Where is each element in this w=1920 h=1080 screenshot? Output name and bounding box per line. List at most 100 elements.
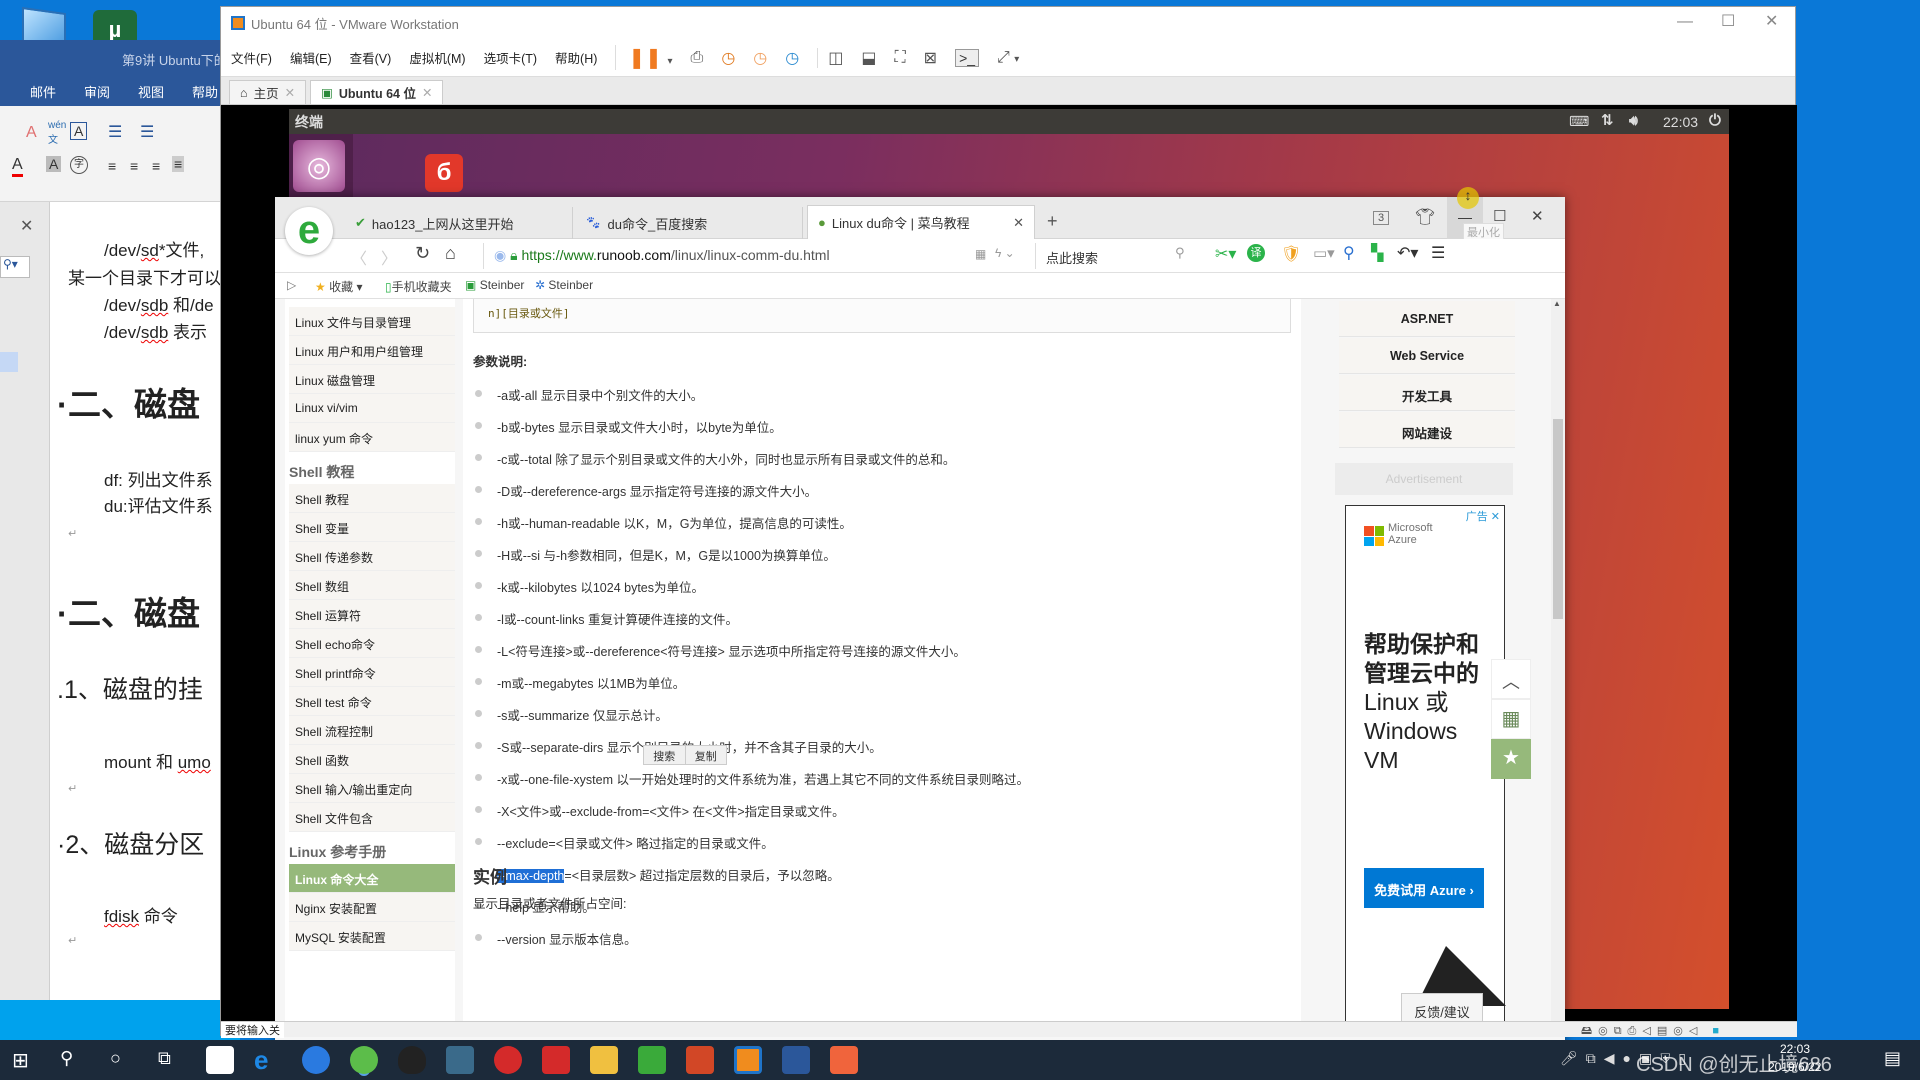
search-taskbar-icon[interactable]: ⚲ bbox=[60, 1048, 73, 1069]
sidebar-link[interactable]: Linux 用户和用户组管理 bbox=[289, 336, 455, 365]
back-button[interactable]: 〈 bbox=[351, 245, 367, 269]
search-icon[interactable]: ⚲ bbox=[1175, 245, 1185, 261]
maximize-button[interactable]: ☐ bbox=[1721, 11, 1735, 31]
word-document[interactable]: /dev/sd*文件, 某一个目录下才可以 /dev/sdb 和/de /dev… bbox=[51, 202, 240, 1020]
netease-music-taskbar-icon[interactable] bbox=[494, 1046, 522, 1074]
search-input[interactable]: 点此搜索 bbox=[1035, 243, 1195, 269]
camera-app-icon[interactable] bbox=[206, 1046, 234, 1074]
nav-close-icon[interactable]: ✕ bbox=[20, 216, 33, 236]
sidebar-link[interactable]: Shell 传递参数 bbox=[289, 542, 455, 571]
qrcode-button[interactable]: ▦ bbox=[1491, 699, 1531, 739]
ad-tag[interactable]: 广告 ✕ bbox=[1466, 508, 1500, 524]
browser-maximize-button[interactable]: ☐ bbox=[1493, 207, 1506, 225]
menu-tabs[interactable]: 选项卡(T) bbox=[484, 48, 537, 67]
ribbon-tab-mail[interactable]: 邮件 bbox=[30, 82, 56, 106]
word-taskbar-icon[interactable] bbox=[782, 1046, 810, 1074]
youdao-icon[interactable] bbox=[542, 1046, 570, 1074]
menu-view[interactable]: 查看(V) bbox=[350, 48, 392, 67]
menu-vm[interactable]: 虚拟机(M) bbox=[409, 48, 465, 67]
sidebar-link[interactable]: Shell test 命令 bbox=[289, 687, 455, 716]
vm-tab-ubuntu[interactable]: ▣ Ubuntu 64 位 ✕ bbox=[310, 80, 444, 104]
clear-format-icon[interactable]: A bbox=[26, 124, 37, 142]
char-border-icon[interactable]: A bbox=[70, 122, 88, 140]
ribbon-tab-view[interactable]: 视图 bbox=[138, 82, 164, 106]
sidebar-link[interactable]: Shell 文件包含 bbox=[289, 803, 455, 832]
skin-icon[interactable]: 👕︎ bbox=[1415, 207, 1435, 227]
cortana-icon[interactable]: ○ bbox=[110, 1048, 121, 1069]
close-button[interactable]: ✕ bbox=[1765, 11, 1778, 31]
tab-close-icon[interactable]: ✕ bbox=[1013, 215, 1024, 231]
numbering-icon[interactable]: ☰ bbox=[140, 122, 154, 142]
bookmark-favorites[interactable]: ★ 收藏 ▾ bbox=[315, 278, 362, 295]
library-view-icon[interactable]: ◫ bbox=[817, 47, 843, 68]
font-color-icon[interactable]: A bbox=[12, 156, 23, 177]
scrollbar-thumb[interactable] bbox=[1553, 419, 1563, 619]
sidebar-link[interactable]: Shell 流程控制 bbox=[289, 716, 455, 745]
tab-count-badge[interactable]: 3 bbox=[1373, 211, 1390, 225]
site-info-icon[interactable]: ◉ bbox=[494, 247, 506, 263]
bullets-icon[interactable]: ☰ bbox=[108, 122, 122, 142]
app-orange-icon[interactable] bbox=[830, 1046, 858, 1074]
browser-tab[interactable]: 🐾︎ du命令_百度搜索 bbox=[575, 207, 803, 239]
stretch-icon[interactable]: ⤢ ▾ bbox=[997, 49, 1019, 67]
sidebar-toggle-icon[interactable]: ▷ bbox=[287, 278, 296, 292]
menu-edit[interactable]: 编辑(E) bbox=[290, 48, 332, 67]
edge-icon[interactable]: e bbox=[254, 1046, 282, 1074]
sidebar-link[interactable]: MySQL 安装配置 bbox=[289, 922, 455, 951]
file-explorer-icon[interactable] bbox=[590, 1046, 618, 1074]
right-nav-link[interactable]: 网站建设 bbox=[1339, 412, 1515, 448]
nav-search-icon[interactable]: ⚲▾ bbox=[0, 256, 30, 278]
sidebar-link[interactable]: Linux 命令大全 bbox=[289, 864, 455, 893]
feather-app-icon[interactable] bbox=[302, 1046, 330, 1074]
notification-icon[interactable]: ▤ bbox=[1884, 1048, 1901, 1069]
right-nav-link[interactable]: 开发工具 bbox=[1339, 375, 1515, 411]
context-copy[interactable]: 复制 bbox=[686, 746, 727, 764]
phonetic-guide-icon[interactable]: wén 文 bbox=[48, 120, 66, 146]
device-icons[interactable]: 🖴◎⧉⎙◁▤◎◁ ■ bbox=[1581, 1022, 1725, 1041]
url-field[interactable]: ◉ 🔒︎ https://www.runoob.com/linux/linux-… bbox=[483, 243, 923, 269]
azure-ad[interactable]: 广告 ✕ Microsoft Azure 帮助保护和 管理云中的 Linux 或 … bbox=[1345, 505, 1506, 1033]
right-nav-link[interactable]: ASP.NET bbox=[1339, 301, 1515, 337]
apps-grid-icon[interactable]: ▚ bbox=[1371, 243, 1383, 263]
qr-icon[interactable]: ▦ bbox=[975, 247, 986, 261]
pause-icon[interactable]: ❚❚ ▾ bbox=[615, 45, 673, 70]
camtasia-icon[interactable] bbox=[638, 1046, 666, 1074]
ribbon-tab-review[interactable]: 审阅 bbox=[84, 82, 110, 106]
snapshot-manager-icon[interactable]: ◷ bbox=[785, 48, 799, 68]
bookmark-steinberg-1[interactable]: ▣ Steinber bbox=[465, 278, 524, 292]
page-scrollbar[interactable]: ▲ ▼ bbox=[1551, 299, 1565, 1033]
ubuntu-clock[interactable]: 22:03 bbox=[1663, 114, 1698, 130]
bookmark-mobile[interactable]: ▯手机收藏夹 bbox=[385, 278, 452, 295]
justify-icon[interactable]: ≡ bbox=[172, 156, 185, 172]
right-nav-link[interactable]: Web Service bbox=[1339, 338, 1515, 374]
sidebar-link[interactable]: Shell 输入/输出重定向 bbox=[289, 774, 455, 803]
vm-tab-home[interactable]: ⌂ 主页 ✕ bbox=[229, 80, 307, 104]
align-right-icon[interactable]: ≡ bbox=[152, 158, 160, 174]
reload-button[interactable]: ↻ bbox=[415, 243, 430, 264]
vmware-taskbar-icon[interactable] bbox=[734, 1046, 762, 1074]
console-icon[interactable]: >_ bbox=[955, 48, 980, 67]
vm-display[interactable]: 终端 ⌨ ⇅ 🔊︎ 22:03 ⏻ ◎ б e ✔ hao123_上网从这里开始 … bbox=[221, 105, 1797, 1061]
menu-file[interactable]: 文件(F) bbox=[231, 48, 272, 67]
sidebar-link[interactable]: Shell 函数 bbox=[289, 745, 455, 774]
sidebar-link[interactable]: Shell 运算符 bbox=[289, 600, 455, 629]
bookmark-steinberg-2[interactable]: ✲ Steinber bbox=[535, 278, 593, 292]
sidebar-link[interactable]: Shell 教程 bbox=[289, 484, 455, 513]
start-button[interactable]: ⊞ bbox=[12, 1048, 29, 1073]
browser-logo-icon[interactable]: e bbox=[285, 207, 333, 255]
fullscreen-icon[interactable]: ⛶ bbox=[894, 49, 905, 67]
new-tab-button[interactable]: + bbox=[1047, 211, 1058, 232]
power-icon[interactable]: ⏻ bbox=[1709, 112, 1721, 129]
unity-icon[interactable]: ⊠ bbox=[924, 48, 937, 68]
ribbon-tab-help[interactable]: 帮助 bbox=[192, 82, 218, 106]
tab-close-icon[interactable]: ✕ bbox=[285, 85, 295, 100]
revert-snapshot-icon[interactable]: ◷ bbox=[753, 48, 767, 68]
nav-selected-heading[interactable] bbox=[0, 352, 18, 372]
char-shading-icon[interactable]: A bbox=[46, 156, 62, 172]
qq-icon[interactable] bbox=[398, 1046, 426, 1074]
browser-close-button[interactable]: ✕ bbox=[1531, 207, 1544, 225]
sidebar-link[interactable]: Nginx 安装配置 bbox=[289, 893, 455, 922]
undo-close-icon[interactable]: ↶▾ bbox=[1397, 243, 1418, 263]
align-left-icon[interactable]: ≡ bbox=[108, 158, 116, 174]
align-center-icon[interactable]: ≡ bbox=[130, 158, 138, 174]
